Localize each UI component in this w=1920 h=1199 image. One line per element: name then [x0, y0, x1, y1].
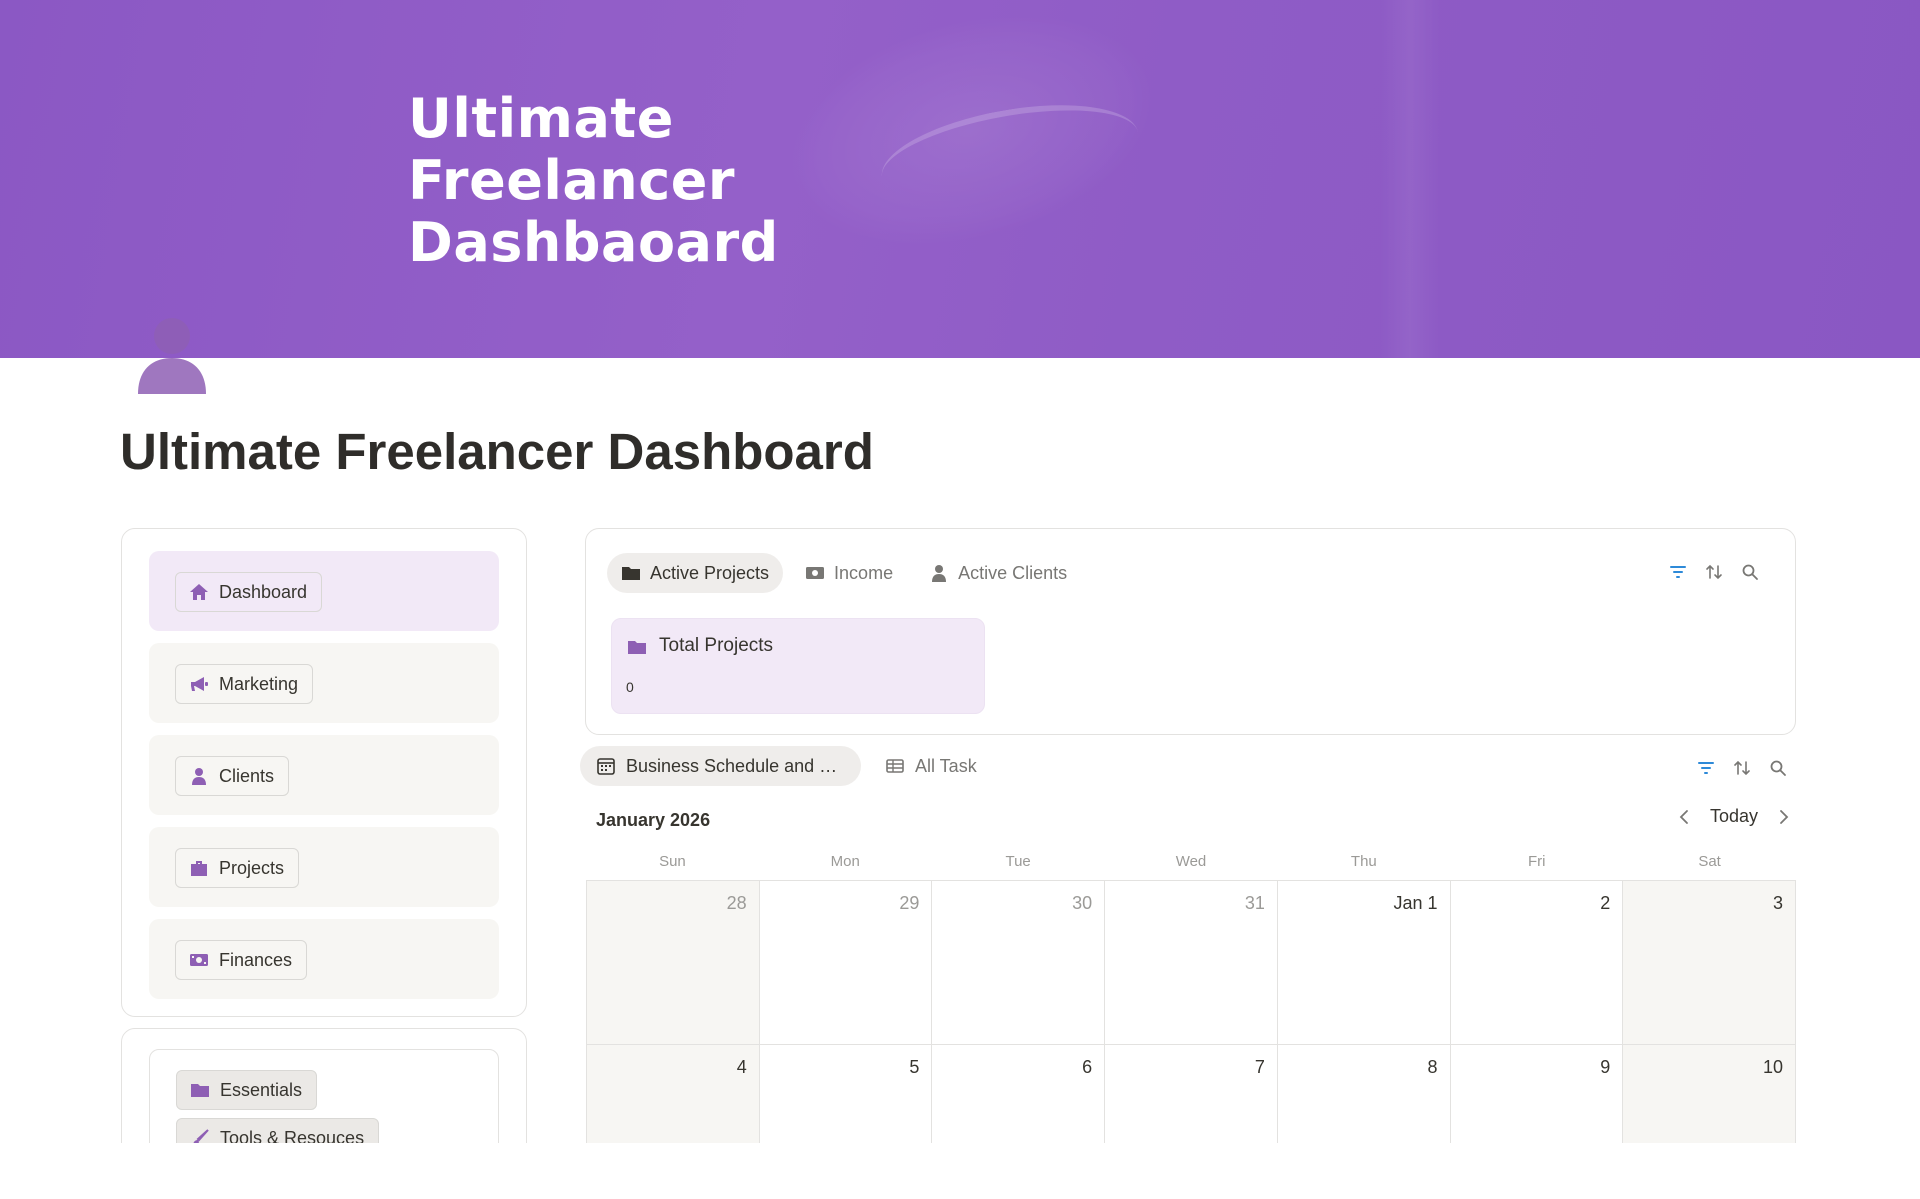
- person-icon[interactable]: [134, 314, 210, 394]
- money-icon: [806, 567, 825, 579]
- calendar-day[interactable]: 29: [759, 881, 933, 1045]
- calendar-day[interactable]: 31: [1105, 881, 1278, 1045]
- calendar-view-tabs: Business Schedule and … All Task: [580, 746, 993, 786]
- cover-banner: Ultimate Freelancer Dashbaoard: [0, 0, 1920, 358]
- tab-label: Business Schedule and …: [626, 755, 838, 776]
- tab-label: Active Projects: [650, 562, 770, 583]
- nav-card-dashboard[interactable]: Dashboard: [149, 551, 499, 631]
- home-icon: [190, 584, 208, 600]
- stats-toolbar: [1669, 563, 1759, 581]
- nav-link-dashboard[interactable]: Dashboard: [175, 572, 323, 612]
- briefcase-icon: [191, 861, 207, 876]
- calendar-navigation: Today: [1676, 806, 1792, 827]
- calendar-day[interactable]: 2: [1450, 881, 1624, 1045]
- day-number: 3: [1772, 893, 1783, 913]
- tab-all-task[interactable]: All Task: [869, 746, 993, 786]
- day-number: 8: [1427, 1057, 1438, 1077]
- nav-link-projects[interactable]: Projects: [175, 848, 300, 888]
- person-icon: [932, 565, 947, 582]
- search-icon[interactable]: [1769, 759, 1787, 777]
- tab-income[interactable]: Income: [791, 553, 907, 593]
- tab-label: Active Clients: [958, 562, 1068, 583]
- nav-label: Dashboard: [219, 581, 308, 602]
- folder-icon: [628, 641, 646, 654]
- calendar-day[interactable]: 30: [932, 881, 1106, 1045]
- navigation-panel: Dashboard Marketing Clients Projects Fin…: [121, 528, 527, 1017]
- weekday-label: Tue: [1005, 853, 1031, 870]
- filter-icon[interactable]: [1697, 759, 1715, 777]
- chevron-right-icon[interactable]: [1774, 808, 1792, 826]
- weekday-label: Sat: [1698, 853, 1721, 870]
- sort-icon[interactable]: [1733, 759, 1751, 777]
- calendar-toolbar: [1697, 759, 1787, 777]
- stat-value: 0: [626, 679, 634, 695]
- today-button[interactable]: Today: [1710, 806, 1758, 827]
- search-icon[interactable]: [1741, 563, 1759, 581]
- nav-card-projects[interactable]: Projects: [149, 827, 499, 907]
- day-number: 9: [1600, 1057, 1611, 1077]
- calendar-month: January 2026: [596, 810, 711, 830]
- weekday-label: Wed: [1175, 853, 1207, 870]
- tab-active-clients[interactable]: Active Clients: [915, 553, 1081, 593]
- weekday-header: Sun Mon Tue Wed Thu Fri Sat: [586, 853, 1796, 870]
- megaphone-icon: [191, 677, 208, 691]
- nav-card-marketing[interactable]: Marketing: [149, 643, 499, 723]
- tab-business-schedule[interactable]: Business Schedule and …: [580, 746, 861, 786]
- tab-label: All Task: [915, 755, 977, 776]
- weekday-label: Thu: [1350, 853, 1377, 870]
- day-number: 10: [1762, 1057, 1783, 1077]
- stats-panel: Active Projects Income Active Clients To…: [585, 528, 1796, 735]
- folder-icon: [191, 1084, 209, 1097]
- day-number: 29: [899, 893, 920, 913]
- sort-icon[interactable]: [1705, 563, 1723, 581]
- calendar-icon: [597, 758, 615, 775]
- folder-icon: [622, 567, 640, 580]
- nav-link-marketing[interactable]: Marketing: [175, 664, 314, 704]
- filter-icon[interactable]: [1669, 563, 1687, 581]
- nav-link-clients[interactable]: Clients: [175, 756, 290, 796]
- tab-label: Income: [834, 562, 894, 583]
- cover-title-line: Freelancer: [408, 149, 735, 212]
- nav-label: Clients: [219, 765, 275, 786]
- person-icon: [192, 768, 206, 785]
- resource-label: Essentials: [220, 1079, 303, 1100]
- day-number: 5: [909, 1057, 920, 1077]
- total-projects-card[interactable]: Total Projects 0: [611, 618, 985, 714]
- nav-label: Projects: [219, 857, 285, 878]
- stats-tabs: Active Projects Income Active Clients: [607, 553, 1081, 593]
- table-icon: [886, 759, 904, 773]
- day-number: 30: [1072, 893, 1093, 913]
- nav-card-finances[interactable]: Finances: [149, 919, 499, 999]
- nav-link-finances[interactable]: Finances: [175, 940, 308, 980]
- nav-label: Marketing: [219, 673, 299, 694]
- weekday-label: Sun: [659, 853, 686, 870]
- day-number: Jan 1: [1393, 893, 1438, 913]
- money-icon: [190, 954, 208, 966]
- day-number: 2: [1600, 893, 1611, 913]
- nav-label: Finances: [219, 949, 293, 970]
- calendar-day[interactable]: 28: [587, 881, 760, 1045]
- weekday-label: Fri: [1527, 853, 1546, 870]
- chevron-left-icon[interactable]: [1676, 808, 1694, 826]
- weekday-label: Mon: [830, 853, 860, 870]
- tab-active-projects[interactable]: Active Projects: [607, 553, 784, 593]
- cover-title: Ultimate Freelancer Dashbaoard: [408, 88, 928, 274]
- page-bottom-edge: [0, 1143, 1920, 1199]
- day-number: 4: [736, 1057, 747, 1077]
- day-number: 28: [726, 893, 747, 913]
- cover-title-line: Ultimate: [408, 87, 674, 150]
- resource-link-essentials[interactable]: Essentials: [176, 1070, 318, 1110]
- nav-card-clients[interactable]: Clients: [149, 735, 499, 815]
- stat-label: Total Projects: [659, 635, 774, 656]
- day-number: 31: [1244, 893, 1265, 913]
- day-number: 6: [1082, 1057, 1093, 1077]
- cover-streak: [1380, 0, 1440, 358]
- day-number: 7: [1254, 1057, 1265, 1077]
- calendar-day[interactable]: Jan 1: [1277, 881, 1451, 1045]
- calendar-day[interactable]: 3: [1623, 881, 1796, 1045]
- page-title: Ultimate Freelancer Dashboard: [120, 423, 874, 480]
- cover-title-line: Dashbaoard: [408, 211, 779, 274]
